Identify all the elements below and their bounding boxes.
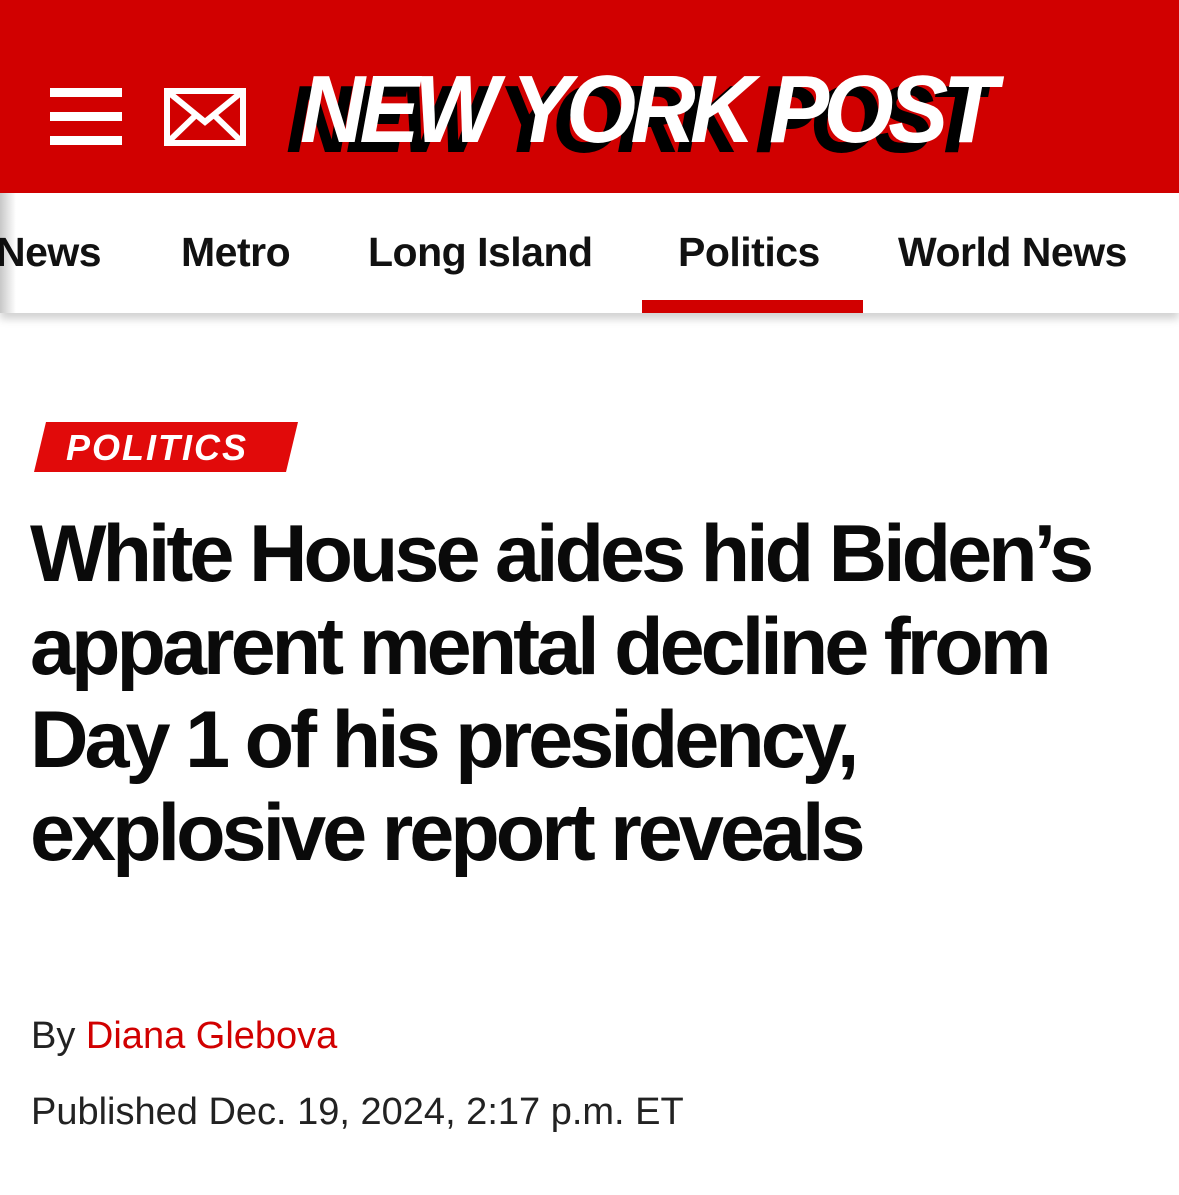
logo-text: NEW YORK POST <box>300 56 998 163</box>
byline: By Diana Glebova <box>31 1015 337 1059</box>
byline-prefix: By <box>31 1015 76 1057</box>
published-date: Published Dec. 19, 2024, 2:17 p.m. ET <box>31 1091 684 1133</box>
menu-bar <box>50 136 122 145</box>
menu-bar <box>50 112 122 121</box>
site-logo[interactable]: NEW YORK POST NEW YORK POST <box>286 58 998 178</box>
article-headline: White House aides hid Biden’s apparent m… <box>30 509 1094 878</box>
section-nav: News Metro Long Island Politics World Ne… <box>0 193 1179 313</box>
active-nav-indicator <box>642 300 863 313</box>
nav-item-world-news[interactable]: World News <box>898 229 1127 276</box>
category-tag[interactable]: POLITICS <box>34 422 298 472</box>
category-tag-label: POLITICS <box>66 427 249 468</box>
nav-item-metro[interactable]: Metro <box>181 229 291 276</box>
site-header: NEW YORK POST NEW YORK POST <box>0 0 1179 193</box>
menu-bar <box>50 88 122 97</box>
nav-item-long-island[interactable]: Long Island <box>368 229 593 276</box>
nav-item-politics[interactable]: Politics <box>678 229 820 276</box>
hamburger-menu-icon[interactable] <box>50 88 122 148</box>
author-link[interactable]: Diana Glebova <box>86 1015 337 1057</box>
nav-scroll-fade <box>0 193 16 313</box>
envelope-icon[interactable] <box>164 88 246 146</box>
